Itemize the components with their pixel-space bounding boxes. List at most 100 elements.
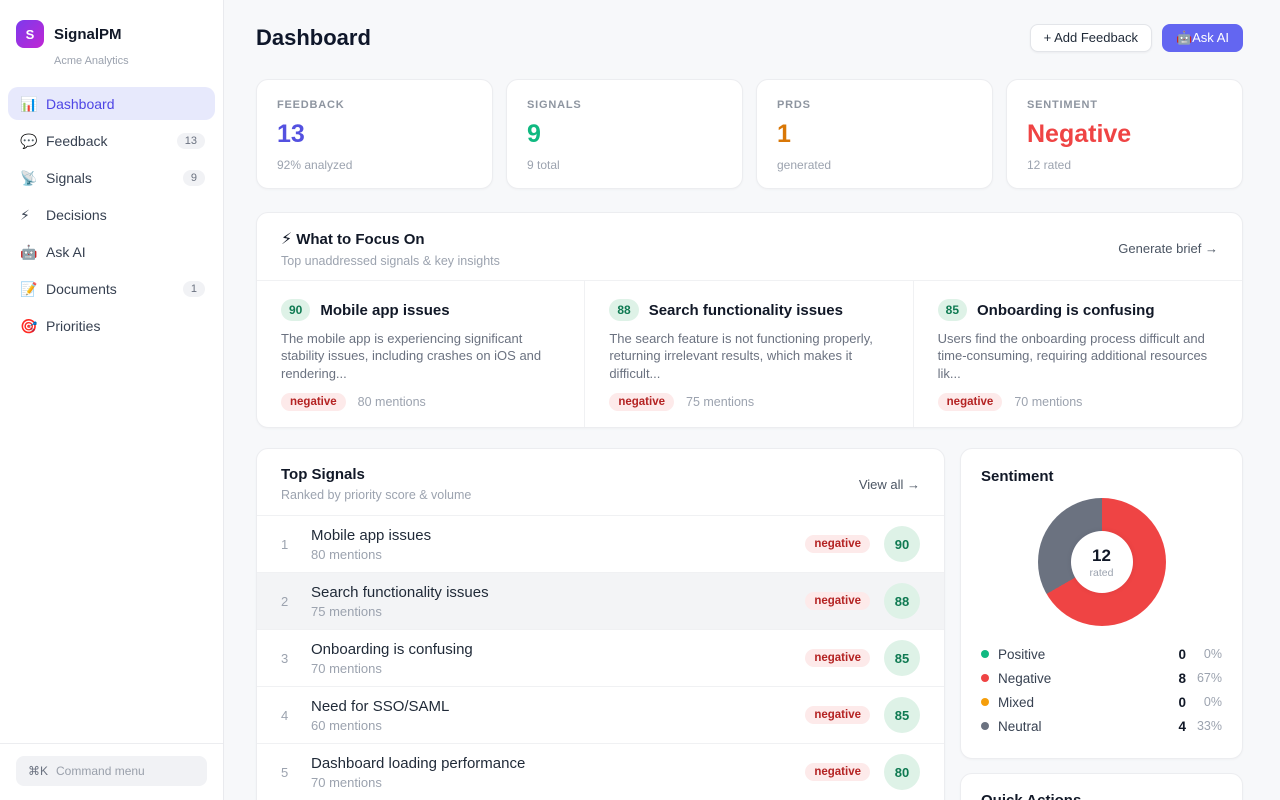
app-name: SignalPM (54, 26, 122, 43)
brand: S SignalPM Acme Analytics (0, 0, 223, 79)
legend-label: Negative (998, 671, 1178, 686)
rated-label: rated (1090, 567, 1114, 579)
focus-cards: 90 Mobile app issues The mobile app is e… (257, 280, 1242, 427)
stat-value: 9 (527, 120, 722, 149)
sidebar-nav: 📊 Dashboard 💬 Feedback 13 📡 Signals 9 ⚡ … (0, 79, 223, 743)
score-circle-badge: 80 (884, 754, 920, 790)
add-feedback-button[interactable]: + Add Feedback (1030, 24, 1152, 52)
quick-actions-panel: Quick Actions 🤖Ask your feedback a quest… (960, 773, 1243, 800)
nav-item-count-badge: 13 (177, 133, 205, 149)
signal-title: Onboarding is confusing (311, 641, 805, 658)
focus-card-description: The mobile app is experiencing significa… (281, 330, 560, 382)
signal-row[interactable]: 1 Mobile app issues 80 mentions negative… (257, 515, 944, 572)
sidebar-nav-item[interactable]: 💬 Feedback 13 (8, 124, 215, 157)
legend-count: 4 (1178, 719, 1186, 734)
sentiment-badge: negative (281, 393, 346, 411)
nav-item-icon: ⚡ (20, 208, 46, 222)
stat-card: FEEDBACK 13 92% analyzed (256, 79, 493, 189)
legend-row: Positive 0 0% (981, 642, 1222, 666)
signal-title: Mobile app issues (311, 527, 805, 544)
sentiment-badge: negative (805, 592, 870, 610)
generate-brief-link[interactable]: Generate brief → (1118, 241, 1218, 256)
sidebar-nav-item[interactable]: 🎯 Priorities (8, 309, 215, 342)
sentiment-legend: Positive 0 0% Negative 8 67% (981, 642, 1222, 738)
sentiment-badge: negative (938, 393, 1003, 411)
signal-row[interactable]: 2 Search functionality issues 75 mention… (257, 572, 944, 629)
signal-rank: 3 (281, 651, 311, 666)
legend-row: Negative 8 67% (981, 666, 1222, 690)
score-badge: 88 (609, 299, 638, 321)
sidebar-nav-item[interactable]: ⚡ Decisions (8, 198, 215, 231)
main-content: Dashboard + Add Feedback 🤖Ask AI FEEDBAC… (224, 0, 1280, 800)
legend-percent: 67% (1186, 671, 1222, 685)
legend-dot (981, 650, 989, 658)
signal-row[interactable]: 5 Dashboard loading performance 70 menti… (257, 743, 944, 800)
ask-ai-button[interactable]: 🤖Ask AI (1162, 24, 1243, 52)
nav-item-label: Dashboard (46, 96, 205, 112)
quick-actions-title: Quick Actions (977, 792, 1226, 800)
command-menu-label: Command menu (56, 764, 145, 778)
score-badge: 90 (281, 299, 310, 321)
signals-list: 1 Mobile app issues 80 mentions negative… (257, 515, 944, 800)
sidebar-nav-item[interactable]: 📝 Documents 1 (8, 272, 215, 305)
signal-title: Need for SSO/SAML (311, 698, 805, 715)
nav-item-label: Ask AI (46, 244, 205, 260)
mentions-count: 75 mentions (686, 395, 754, 409)
sidebar-nav-item[interactable]: 📡 Signals 9 (8, 161, 215, 194)
legend-dot (981, 698, 989, 706)
topbar: Dashboard + Add Feedback 🤖Ask AI (256, 24, 1243, 52)
legend-dot (981, 674, 989, 682)
score-circle-badge: 85 (884, 697, 920, 733)
stat-card: SENTIMENT Negative 12 rated (1006, 79, 1243, 189)
legend-percent: 0% (1186, 647, 1222, 661)
legend-dot (981, 722, 989, 730)
signal-title: Search functionality issues (311, 584, 805, 601)
sentiment-donut-chart: 12 rated (1038, 498, 1166, 626)
nav-item-count-badge: 1 (183, 281, 205, 297)
stat-value: Negative (1027, 120, 1222, 149)
sidebar-nav-item[interactable]: 🤖 Ask AI (8, 235, 215, 268)
signal-rank: 5 (281, 765, 311, 780)
lightning-icon: ⚡ (281, 229, 292, 249)
nav-item-label: Documents (46, 281, 183, 297)
stat-label: PRDS (777, 99, 972, 111)
top-signals-title: Top Signals (281, 466, 471, 483)
stat-subtext: 92% analyzed (277, 158, 472, 172)
nav-item-icon: 📡 (20, 171, 46, 185)
stat-card: PRDS 1 generated (756, 79, 993, 189)
legend-count: 8 (1178, 671, 1186, 686)
focus-card-description: Users find the onboarding process diffic… (938, 330, 1218, 382)
view-all-link[interactable]: View all → (859, 477, 920, 492)
focus-card-description: The search feature is not functioning pr… (609, 330, 888, 382)
focus-title: What to Focus On (296, 231, 424, 248)
top-signals-subtitle: Ranked by priority score & volume (281, 488, 471, 502)
nav-item-label: Priorities (46, 318, 205, 334)
sentiment-badge: negative (805, 649, 870, 667)
sentiment-title: Sentiment (981, 468, 1222, 485)
mentions-count: 80 mentions (358, 395, 426, 409)
score-circle-badge: 88 (884, 583, 920, 619)
nav-item-icon: 📝 (20, 282, 46, 296)
sentiment-panel: Sentiment 12 rated Positive (960, 448, 1243, 759)
stat-label: SIGNALS (527, 99, 722, 111)
signal-row[interactable]: 4 Need for SSO/SAML 60 mentions negative… (257, 686, 944, 743)
legend-count: 0 (1178, 695, 1186, 710)
focus-subtitle: Top unaddressed signals & key insights (281, 254, 500, 268)
focus-card[interactable]: 90 Mobile app issues The mobile app is e… (257, 281, 585, 427)
focus-panel: ⚡ What to Focus On Top unaddressed signa… (256, 212, 1243, 428)
focus-card[interactable]: 88 Search functionality issues The searc… (585, 281, 913, 427)
nav-item-label: Feedback (46, 133, 177, 149)
donut-center: 12 rated (1071, 531, 1133, 593)
command-menu-button[interactable]: ⌘K Command menu (16, 756, 207, 786)
sidebar-nav-item[interactable]: 📊 Dashboard (8, 87, 215, 120)
stat-label: FEEDBACK (277, 99, 472, 111)
sentiment-badge: negative (609, 393, 674, 411)
nav-item-icon: 🤖 (20, 245, 46, 259)
nav-item-icon: 🎯 (20, 319, 46, 333)
mentions-count: 70 mentions (1014, 395, 1082, 409)
signal-title: Dashboard loading performance (311, 755, 805, 772)
stat-subtext: 12 rated (1027, 158, 1222, 172)
focus-card[interactable]: 85 Onboarding is confusing Users find th… (914, 281, 1242, 427)
signal-row[interactable]: 3 Onboarding is confusing 70 mentions ne… (257, 629, 944, 686)
nav-item-count-badge: 9 (183, 170, 205, 186)
